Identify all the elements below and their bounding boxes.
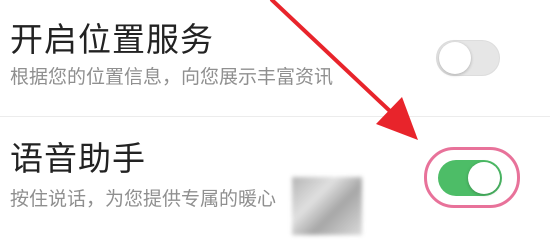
blurred-text-region [292, 177, 362, 235]
setting-description-voice-assistant: 按住说话，为您提供专属的暖心 [10, 188, 277, 210]
location-service-toggle[interactable] [436, 40, 500, 76]
setting-title-location-service: 开启位置服务 [10, 20, 214, 59]
setting-row-location-service: 开启位置服务 根据您的位置信息，向您展示丰富资讯 [0, 0, 550, 117]
voice-assistant-toggle[interactable] [438, 160, 502, 196]
setting-title-voice-assistant: 语音助手 [10, 139, 146, 178]
toggle-knob [439, 42, 471, 74]
toggle-knob [468, 162, 500, 194]
setting-row-voice-assistant: 语音助手 按住说话，为您提供专属的暖心 [0, 117, 550, 241]
setting-description-location-service: 根据您的位置信息，向您展示丰富资讯 [10, 66, 334, 88]
